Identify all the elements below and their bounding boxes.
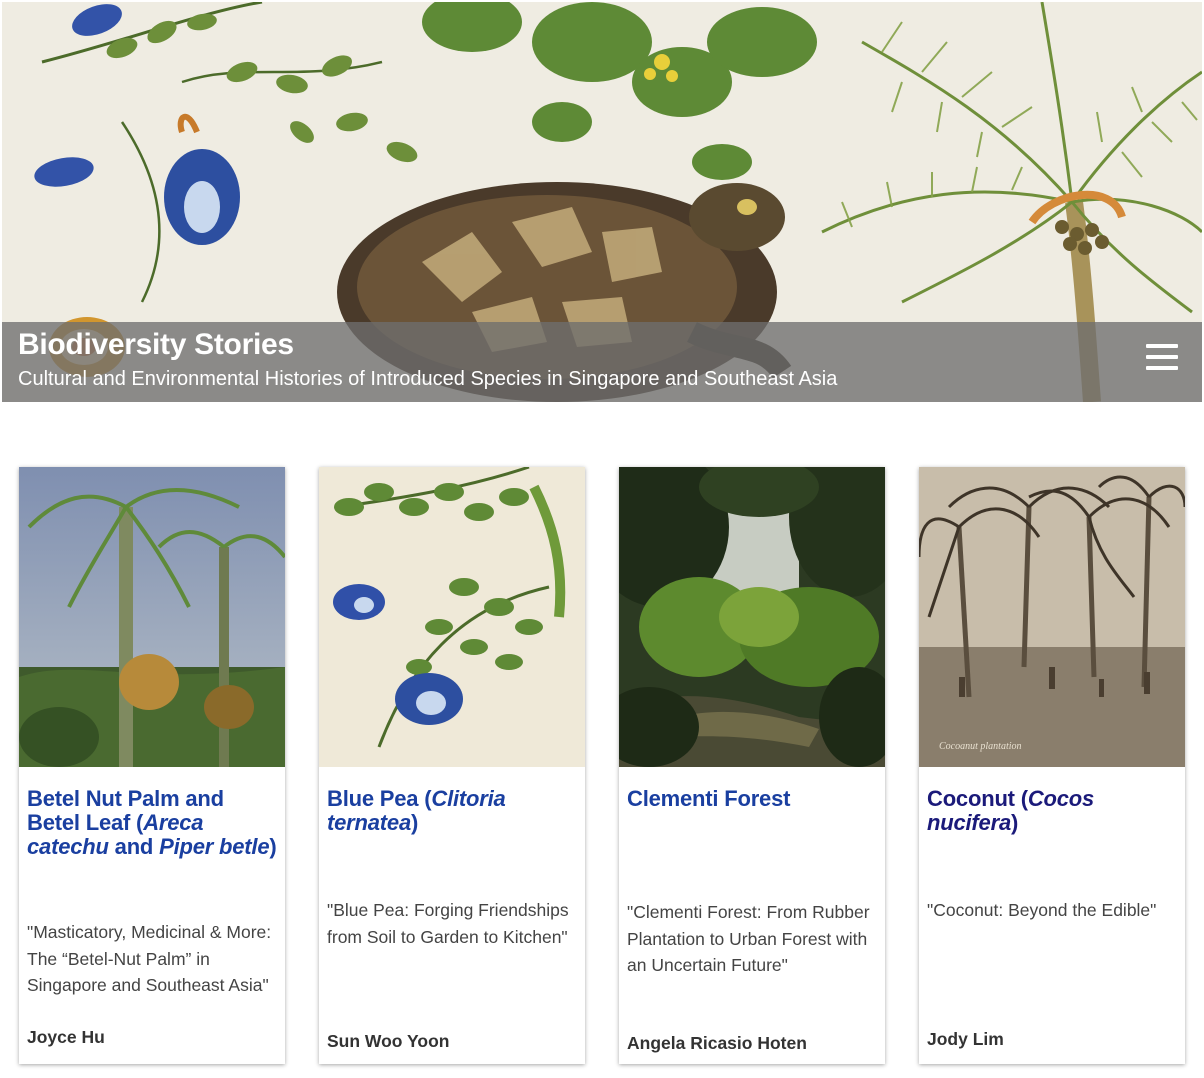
hero-banner: Biodiversity Stories Cultural and Enviro… [2,2,1202,402]
card-title-coconut[interactable]: Coconut (Cocos nucifera) [927,787,1177,835]
card-title-blue-pea[interactable]: Blue Pea (Clitoria ternatea) [327,787,577,835]
site-subtitle: Cultural and Environmental Histories of … [18,368,838,390]
site-title[interactable]: Biodiversity Stories [18,328,294,362]
story-card-clementi[interactable]: Clementi Forest "Clementi Forest: From R… [619,467,885,1064]
card-image-blue-pea[interactable] [319,467,585,767]
card-image-clementi-forest[interactable] [619,467,885,767]
card-image-betel-palm[interactable] [19,467,285,767]
card-author-coconut: Jody Lim [927,1029,1004,1049]
card-author-betel: Joyce Hu [27,1027,105,1047]
card-title-betel[interactable]: Betel Nut Palm and Betel Leaf (Areca cat… [27,787,277,859]
hero-title-bar: Biodiversity Stories Cultural and Enviro… [2,322,1202,402]
story-card-coconut[interactable]: Cocoanut plantation Coconut (Cocos nucif… [919,467,1185,1064]
card-title-clementi[interactable]: Clementi Forest [627,787,877,811]
card-author-blue-pea: Sun Woo Yoon [327,1031,450,1051]
card-quote-coconut: "Coconut: Beyond the Edible" [927,900,1157,920]
card-image-coconut-plantation[interactable]: Cocoanut plantation [919,467,1185,767]
card-author-clementi: Angela Ricasio Hoten [627,1033,807,1053]
story-card-blue-pea[interactable]: Blue Pea (Clitoria ternatea) "Blue Pea: … [319,467,585,1064]
card-quote-betel: "Masticatory, Medicinal & More: The “Bet… [27,922,272,995]
card-quote-blue-pea: "Blue Pea: Forging Friendships from Soil… [327,900,569,947]
svg-text:Cocoanut plantation: Cocoanut plantation [939,741,1022,752]
menu-icon[interactable] [1146,344,1180,372]
card-quote-clementi: "Clementi Forest: From Rubber Plantation… [627,902,870,975]
story-card-betel[interactable]: Betel Nut Palm and Betel Leaf (Areca cat… [19,467,285,1064]
